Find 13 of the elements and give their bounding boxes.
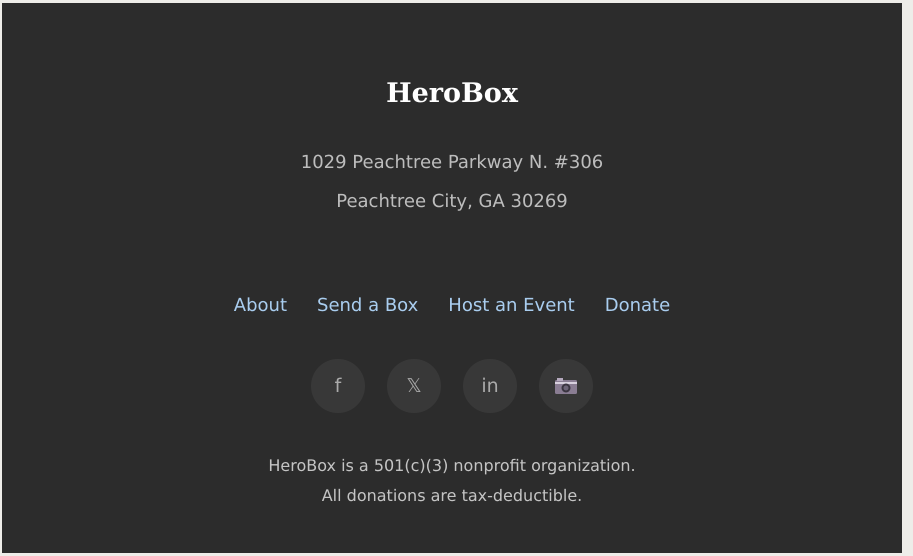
footer-link[interactable]: About [234, 293, 288, 319]
footer-link[interactable]: Donate [604, 293, 670, 319]
footer-link[interactable]: Host an Event [448, 293, 575, 319]
address-line: Peachtree City, GA 30269 [336, 190, 568, 214]
social-button[interactable]: 𝕏 [387, 359, 441, 413]
note-text: HeroBox is a 501(c)(3) nonprofit organization. [268, 455, 636, 477]
social-button[interactable]: f [311, 359, 365, 413]
note-text: All donations are tax-deductible. [322, 485, 582, 507]
social-button[interactable]: in [463, 359, 517, 413]
address-line: 1029 Peachtree Parkway N. #306 [300, 151, 604, 175]
camera-icon [555, 378, 577, 394]
brand-title: HeroBox [386, 77, 518, 111]
footer-link[interactable]: Send a Box [317, 293, 418, 319]
